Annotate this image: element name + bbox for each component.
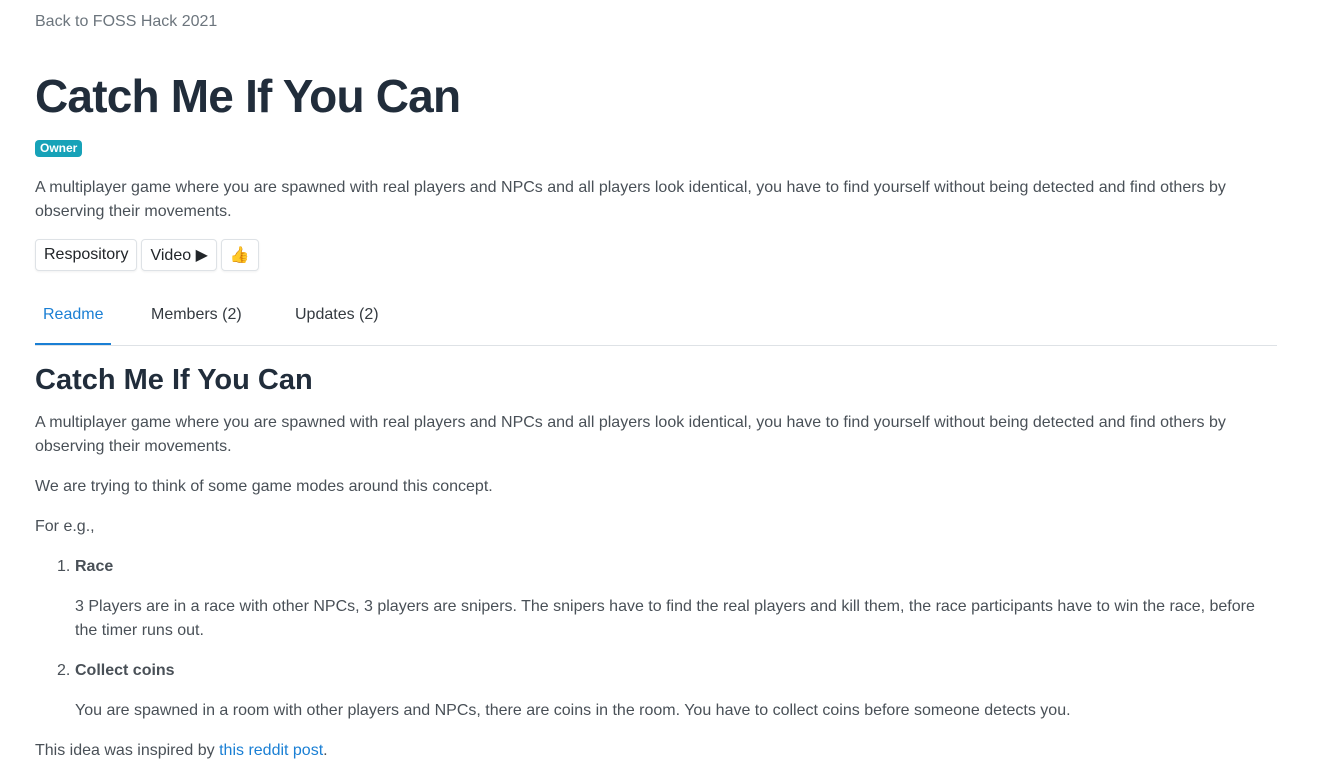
inspired-suffix: . (323, 742, 328, 759)
owner-badge: Owner (35, 140, 83, 157)
readme-intro: A multiplayer game where you are spawned… (35, 414, 1226, 455)
video-button[interactable]: Video ▶ (141, 239, 217, 271)
project-description: A multiplayer game where you are spawned… (35, 179, 1226, 220)
mode-title-race: Race (75, 558, 114, 575)
readme-title: Catch Me If You Can (35, 364, 313, 396)
project-page: Back to FOSS Hack 2021 Catch Me If You C… (0, 0, 1325, 768)
project-title: Catch Me If You Can (35, 70, 461, 122)
tab-members[interactable]: Members (2) (151, 290, 242, 345)
thumbs-up-icon: 👍 (229, 247, 250, 264)
mode-title-collect-coins: Collect coins (75, 662, 175, 679)
inspired-text: This idea was inspired by (35, 742, 220, 759)
action-buttons: Respository Video ▶ 👍 (35, 239, 259, 271)
back-link[interactable]: Back to FOSS Hack 2021 (35, 13, 217, 31)
list-number: 2. (57, 662, 71, 679)
readme-eg: For e.g., (35, 518, 95, 535)
repository-button[interactable]: Respository (35, 239, 138, 271)
mode-description-collect-coins: You are spawned in a room with other pla… (75, 702, 1071, 719)
list-number: 1. (57, 558, 71, 575)
readme-inspired: This idea was inspired by this reddit po… (35, 739, 1275, 763)
tab-updates[interactable]: Updates (2) (295, 290, 379, 345)
reddit-post-link[interactable]: this reddit post (219, 742, 323, 759)
tab-readme[interactable]: Readme (35, 290, 112, 345)
mode-description-race: 3 Players are in a race with other NPCs,… (75, 598, 1255, 639)
readme-concept: We are trying to think of some game mode… (35, 478, 493, 495)
like-button[interactable]: 👍 (220, 239, 259, 271)
tab-bar: Readme Members (2) Updates (2) (35, 290, 1277, 346)
